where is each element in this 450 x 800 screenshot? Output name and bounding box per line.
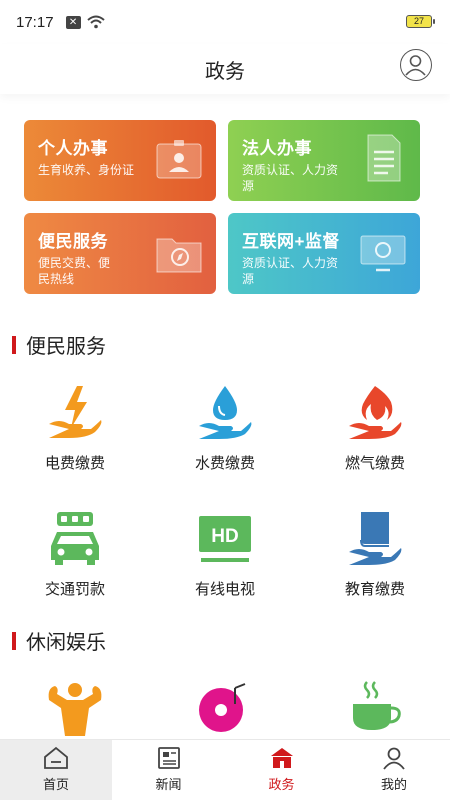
section-accent-bar xyxy=(12,335,16,354)
section-heading: 便民服务 xyxy=(26,336,106,358)
tea-cup-icon xyxy=(353,681,401,730)
card-legal-affairs[interactable]: 法人办事 资质认证、人力资源 xyxy=(228,120,420,201)
nav-label: 新闻 xyxy=(155,777,182,792)
battery-icon: 27 xyxy=(406,15,435,28)
leisure-grid xyxy=(0,680,450,740)
wifi-icon xyxy=(86,15,105,29)
page-title: 政务 xyxy=(205,60,245,83)
nav-government[interactable]: 政务 xyxy=(225,740,338,800)
card-subtitle: 便民交费、便民热线 xyxy=(38,256,111,286)
bottom-navigation: 首页 新闻 政务 我的 xyxy=(0,739,450,800)
nav-label: 我的 xyxy=(380,777,407,792)
service-label: 水费缴费 xyxy=(194,455,255,472)
id-card-icon xyxy=(156,140,202,179)
section-title-leisure: 休闲娱乐 xyxy=(12,626,106,655)
gas-flame-icon xyxy=(349,386,402,439)
nav-label: 首页 xyxy=(42,777,69,792)
service-label: 交通罚款 xyxy=(44,581,105,598)
section-title-services: 便民服务 xyxy=(12,330,106,359)
nav-label: 政务 xyxy=(268,777,295,792)
service-electricity[interactable]: 电费缴费 xyxy=(0,372,150,498)
leisure-fitness[interactable] xyxy=(0,680,150,740)
water-drop-icon xyxy=(199,386,252,439)
car-icon xyxy=(51,512,99,565)
app-header: 政务 xyxy=(0,44,450,94)
leisure-music[interactable] xyxy=(150,680,300,740)
service-label: 电费缴费 xyxy=(44,455,105,472)
compass-folder-icon xyxy=(156,238,202,273)
service-label: 有线电视 xyxy=(194,581,255,598)
service-education[interactable]: 教育缴费 xyxy=(300,498,450,624)
nav-profile[interactable]: 我的 xyxy=(338,740,450,800)
home-icon xyxy=(44,746,68,769)
electricity-icon xyxy=(49,386,102,438)
document-icon xyxy=(367,134,401,182)
service-traffic-fines[interactable]: 交通罚款 xyxy=(0,498,150,624)
fitness-icon xyxy=(48,683,102,736)
leisure-tea[interactable] xyxy=(300,680,450,740)
card-subtitle: 资质认证、人力资源 xyxy=(242,256,339,286)
news-icon xyxy=(157,747,180,769)
monitor-icon xyxy=(360,235,406,272)
music-disc-icon xyxy=(199,683,246,732)
notification-icon: ✕ xyxy=(65,15,81,29)
nav-news[interactable]: 新闻 xyxy=(112,740,225,800)
card-personal-affairs[interactable]: 个人办事 生育收养、身份证 xyxy=(24,120,216,201)
svg-text:HD: HD xyxy=(211,526,238,547)
user-avatar-button[interactable] xyxy=(400,49,432,81)
hd-tv-icon: HD xyxy=(199,516,251,562)
service-cable-tv[interactable]: HD 有线电视 xyxy=(150,498,300,624)
card-subtitle: 资质认证、人力资源 xyxy=(242,163,339,193)
service-label: 教育缴费 xyxy=(344,581,405,598)
book-icon xyxy=(349,512,402,565)
card-internet-supervision[interactable]: 互联网+监督 资质认证、人力资源 xyxy=(228,213,420,294)
status-bar: 17:17 ✕ 27 xyxy=(0,0,450,44)
card-subtitle: 生育收养、身份证 xyxy=(38,163,135,177)
status-time: 17:17 xyxy=(16,13,54,31)
service-gas[interactable]: 燃气缴费 xyxy=(300,372,450,498)
government-icon xyxy=(270,748,293,768)
section-accent-bar xyxy=(12,631,16,650)
card-convenience-services[interactable]: 便民服务 便民交费、便民热线 xyxy=(24,213,216,294)
section-heading: 休闲娱乐 xyxy=(26,632,106,654)
user-icon xyxy=(405,55,426,76)
service-water[interactable]: 水费缴费 xyxy=(150,372,300,498)
service-cards: 个人办事 生育收养、身份证 法人办事 资质认证、人力资源 便民服务 便民交费、便… xyxy=(24,120,420,294)
nav-home[interactable]: 首页 xyxy=(0,740,112,800)
services-grid: 电费缴费 水费缴费 燃气缴费 交通罚款 HD 有线电视 教育缴费 xyxy=(0,372,450,624)
profile-icon xyxy=(383,747,405,770)
service-label: 燃气缴费 xyxy=(344,455,405,472)
